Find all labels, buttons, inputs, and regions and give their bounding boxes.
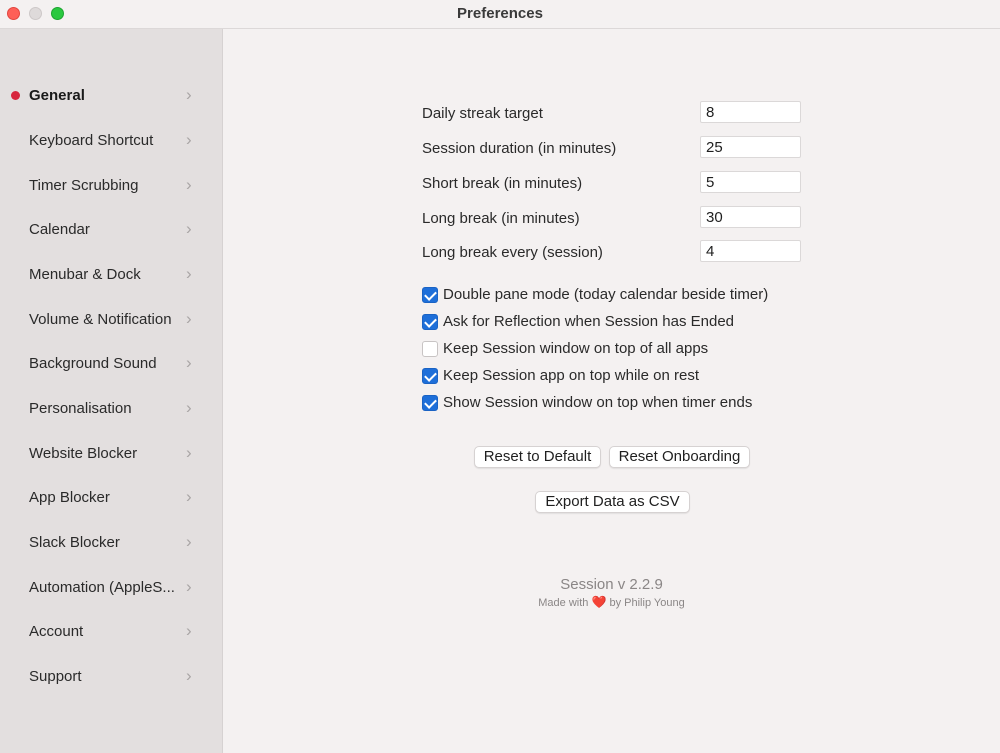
daily-streak-target-input[interactable] [700,101,801,123]
sidebar-item-label: Account [29,623,84,640]
sidebar-item-label: Support [29,668,82,685]
checkbox-label: Keep Session app on top while on rest [443,367,700,384]
daily-streak-target-row: Daily streak target [422,101,802,125]
chevron-right-icon: › [186,577,192,596]
sidebar-item-account[interactable]: Account › [0,614,222,650]
sidebar-item-support[interactable]: Support › [0,659,222,695]
sidebar-item-label: Calendar [29,221,90,238]
show-window-timer-ends-checkbox[interactable]: Show Session window on top when timer en… [422,394,802,414]
chevron-right-icon: › [186,621,192,640]
session-duration-row: Session duration (in minutes) [422,136,802,160]
sidebar: General › Keyboard Shortcut › Timer Scru… [0,29,223,753]
chevron-right-icon: › [186,309,192,328]
sidebar-item-automation[interactable]: Automation (AppleS... › [0,570,222,606]
checkbox-label: Keep Session window on top of all apps [443,340,709,357]
version-label: Session v 2.2.9 [560,576,663,593]
sidebar-item-label: Keyboard Shortcut [29,132,154,149]
credits-line: Made with ❤️ by Philip Young [223,595,1000,609]
heart-icon: ❤️ [591,595,607,609]
sidebar-item-label: Automation (AppleS... [29,579,175,596]
sidebar-item-label: Personalisation [29,400,132,417]
chevron-right-icon: › [186,353,192,372]
sidebar-item-label: Timer Scrubbing [29,177,139,194]
sidebar-item-menubar-dock[interactable]: Menubar & Dock › [0,257,222,293]
checkbox[interactable] [422,287,438,303]
sidebar-item-label: Background Sound [29,355,157,372]
sidebar-item-label: General [29,87,85,104]
keep-window-on-top-checkbox[interactable]: Keep Session window on top of all apps [422,340,802,360]
sidebar-item-app-blocker[interactable]: App Blocker › [0,480,222,516]
sidebar-item-volume-notification[interactable]: Volume & Notification › [0,302,222,338]
checkbox[interactable] [422,314,438,330]
sidebar-item-slack-blocker[interactable]: Slack Blocker › [0,525,222,561]
reset-to-default-button[interactable]: Reset to Default [474,446,601,468]
sidebar-item-label: Menubar & Dock [29,266,141,283]
sidebar-item-keyboard-shortcut[interactable]: Keyboard Shortcut › [0,123,222,159]
chevron-right-icon: › [186,219,192,238]
chevron-right-icon: › [186,532,192,551]
checkbox[interactable] [422,368,438,384]
reset-onboarding-button[interactable]: Reset Onboarding [609,446,750,468]
long-break-row: Long break (in minutes) [422,206,802,230]
chevron-right-icon: › [186,666,192,685]
checkbox[interactable] [422,341,438,357]
chevron-right-icon: › [186,175,192,194]
sidebar-item-label: App Blocker [29,489,110,506]
checkbox-label: Show Session window on top when timer en… [443,394,753,411]
long-break-input[interactable] [700,206,801,228]
short-break-input[interactable] [700,171,801,193]
sidebar-item-general[interactable]: General › [0,78,222,114]
field-label: Session duration (in minutes) [422,140,617,157]
export-csv-button[interactable]: Export Data as CSV [535,491,690,513]
short-break-row: Short break (in minutes) [422,171,802,195]
sidebar-item-website-blocker[interactable]: Website Blocker › [0,436,222,472]
chevron-right-icon: › [186,398,192,417]
field-label: Short break (in minutes) [422,175,583,192]
sidebar-item-label: Volume & Notification [29,311,172,328]
author-text: by Philip Young [609,597,685,609]
session-duration-input[interactable] [700,136,801,158]
sidebar-item-label: Website Blocker [29,445,138,462]
double-pane-mode-checkbox[interactable]: Double pane mode (today calendar beside … [422,286,802,306]
checkbox-label: Double pane mode (today calendar beside … [443,286,769,303]
preferences-window: Preferences General › Keyboard Shortcut … [0,0,1000,753]
long-break-every-input[interactable] [700,240,801,262]
window-title: Preferences [457,5,543,22]
checkbox-label: Ask for Reflection when Session has Ende… [443,313,734,330]
field-label: Long break (in minutes) [422,210,580,227]
chevron-right-icon: › [186,264,192,283]
checkbox[interactable] [422,395,438,411]
keep-app-on-top-rest-checkbox[interactable]: Keep Session app on top while on rest [422,367,802,387]
title-bar: Preferences [0,0,1000,29]
sidebar-item-label: Slack Blocker [29,534,120,551]
field-label: Daily streak target [422,105,543,122]
field-label: Long break every (session) [422,244,603,261]
general-settings-pane: Daily streak target Session duration (in… [223,29,1000,753]
sidebar-item-calendar[interactable]: Calendar › [0,212,222,248]
chevron-right-icon: › [186,487,192,506]
made-with-text: Made with [538,597,589,609]
sidebar-item-personalisation[interactable]: Personalisation › [0,391,222,427]
sidebar-item-background-sound[interactable]: Background Sound › [0,346,222,382]
chevron-right-icon: › [186,443,192,462]
ask-reflection-checkbox[interactable]: Ask for Reflection when Session has Ende… [422,313,802,333]
chevron-right-icon: › [186,85,192,104]
long-break-every-row: Long break every (session) [422,240,802,264]
active-indicator-dot [11,91,20,100]
sidebar-item-timer-scrubbing[interactable]: Timer Scrubbing › [0,168,222,204]
chevron-right-icon: › [186,130,192,149]
